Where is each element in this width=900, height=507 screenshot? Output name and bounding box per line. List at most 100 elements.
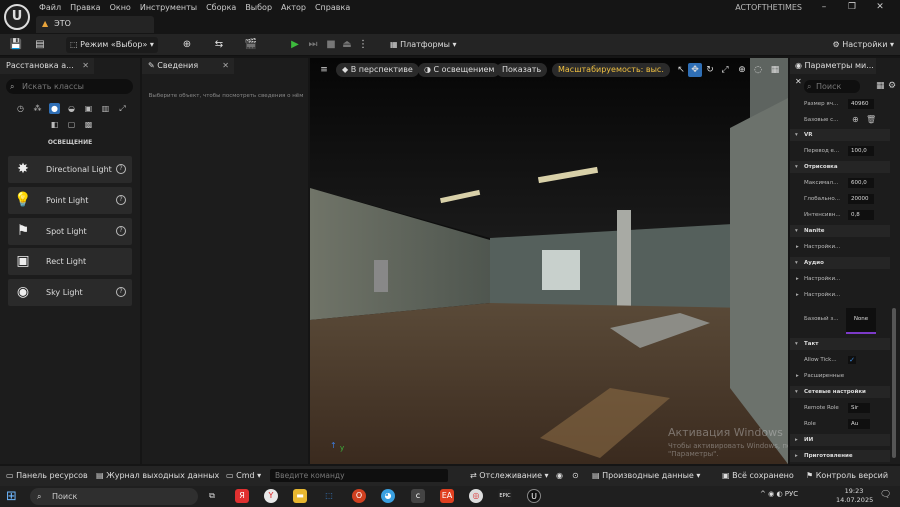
yandex-browser-icon[interactable]: Y [264,489,278,503]
shapes-icon[interactable]: ◒ [66,103,77,114]
close-button[interactable]: ✕ [866,0,894,14]
point-light-item[interactable]: 💡 Point Light ? [8,187,132,214]
world-to-meters-field[interactable]: 100,0 [848,146,874,156]
menu-select[interactable]: Выбор [242,0,278,14]
audio-settings-row[interactable]: ▸ Настройки... [790,271,890,287]
surface-snap-icon[interactable]: ◌ [751,63,765,77]
volumes-icon[interactable]: ⤢ [117,103,128,114]
advanced-row[interactable]: ▸ Расширенные [790,368,890,384]
cooking-section[interactable]: ▸ Приготовление [790,450,890,462]
gear-icon[interactable]: ⚙ [888,81,896,91]
menu-tools[interactable]: Инструменты [137,0,203,14]
level-viewport[interactable]: ↑ y ≡ ◆ В перспективе ◑ С освещением Пок… [310,58,788,464]
cinematics-icon[interactable]: 🎬 [244,37,258,53]
notifications-icon[interactable]: 🗨 [880,490,891,500]
add-icon[interactable]: ⊕ [852,112,859,128]
content-browser-button[interactable]: ▭ Панель ресурсов [6,470,88,482]
hamburger-icon[interactable]: ≡ [317,63,331,77]
trash-icon[interactable]: 🗑 [866,112,876,128]
terminal-icon[interactable]: c [411,489,425,503]
menu-file[interactable]: Файл [36,0,67,14]
remote-role-dropdown[interactable]: Sir [848,403,870,413]
close-tab-icon[interactable]: ✕ [82,58,89,74]
nanite-settings-row[interactable]: ▸ Настройки... [790,239,890,255]
nanite-section[interactable]: ▾ Nanite [790,225,890,237]
play-icon[interactable]: ▶ [288,37,302,53]
capture-icon[interactable]: ⊙ [572,470,579,482]
spot-light-item[interactable]: ⚑ Spot Light ? [8,218,132,245]
ea-icon[interactable]: EA [440,489,454,503]
cell-size-field[interactable]: 40960 [848,99,874,109]
save-icon[interactable]: 💾 [9,37,23,53]
scrollbar[interactable] [892,308,896,458]
box-icon[interactable]: ▩ [83,119,94,130]
network-section[interactable]: ▾ Сетевые настройки [790,386,890,398]
menu-build[interactable]: Сборка [203,0,242,14]
minimize-button[interactable]: – [810,0,838,14]
ai-section[interactable]: ▸ ИИ [790,434,890,446]
content-icon[interactable]: ▤ [33,37,47,53]
snipping-tool-icon[interactable]: ⬚ [322,489,336,503]
select-mode-icon[interactable]: ↖ [674,63,688,77]
visual-effects-icon[interactable]: ▥ [100,103,111,114]
place-actors-tab[interactable]: Расстановка а... ✕ [0,58,94,74]
stop-icon[interactable]: ■ [324,37,338,53]
help-icon[interactable]: ? [116,195,126,205]
global-field[interactable]: 20000 [848,194,874,204]
level-tab[interactable]: ▲ ЭТО [36,16,154,33]
mode-dropdown[interactable]: ⬚ Режим «Выбор» ▾ [66,37,158,53]
sky-light-item[interactable]: ◉ Sky Light ? [8,279,132,306]
menu-window[interactable]: Окно [107,0,137,14]
saved-status[interactable]: ▣ Всё сохранено [722,470,794,482]
allow-tick-checkbox[interactable]: ✓ [848,356,856,364]
close-tab-icon[interactable]: ✕ [795,77,802,86]
basic-icon[interactable]: ⁂ [32,103,43,114]
cinematic-icon[interactable]: ▣ [83,103,94,114]
directional-light-item[interactable]: ✸ Directional Light ? [8,156,132,183]
console-command-input[interactable]: Введите команду [270,469,448,482]
translate-icon[interactable]: ✥ [688,63,702,77]
show-button[interactable]: Показать [496,63,548,77]
windows-start-icon[interactable]: ⊞ [6,490,20,504]
menu-actor[interactable]: Актор [278,0,312,14]
rotate-icon[interactable]: ↻ [703,63,717,77]
menu-help[interactable]: Справка [312,0,356,14]
task-view-icon[interactable]: ⧉ [205,489,219,503]
base-sound-picker[interactable]: None [846,308,876,334]
record-icon[interactable]: ◉ [556,470,563,482]
app-icon[interactable]: ◕ [381,489,395,503]
epic-games-icon[interactable]: EPIC [498,489,512,503]
details-tab[interactable]: ✎ Сведения ✕ [142,58,234,74]
taskbar-search[interactable]: ⌕ Поиск [30,488,198,505]
world-settings-search[interactable]: ⌕ Поиск [804,80,860,93]
settings-dropdown[interactable]: ⚙ Настройки ▾ [833,37,894,53]
language-indicator[interactable]: РУС [785,490,798,498]
eject-icon[interactable]: ⏏ [340,37,354,53]
scalability-button[interactable]: Масштабируемость: выс. [552,63,670,77]
geometry-icon[interactable]: ◧ [49,119,60,130]
recent-icon[interactable]: ◷ [15,103,26,114]
max-field[interactable]: 600,0 [848,178,874,188]
platforms-dropdown[interactable]: ▦ Платформы ▾ [388,37,457,53]
audio-section[interactable]: ▾ Аудио [790,257,890,269]
chevron-up-icon[interactable]: ^ [760,490,768,498]
lighting-button[interactable]: ◑ С освещением [418,63,501,77]
help-icon[interactable]: ? [116,164,126,174]
unreal-engine-icon[interactable]: U [527,489,541,503]
all-classes-icon[interactable]: ▢ [66,119,77,130]
trace-button[interactable]: ⇄ Отслеживание ▾ [470,470,549,482]
render-section[interactable]: ▾ Отрисовка [790,161,890,173]
cmd-dropdown[interactable]: ▭ Cmd ▾ [226,470,261,482]
blueprint-icon[interactable]: ⇆ [212,37,226,53]
rect-light-item[interactable]: ▣ Rect Light [8,248,132,275]
yandex-icon[interactable]: Я [235,489,249,503]
world-settings-tab[interactable]: ◉ Параметры ми... ✕ [790,58,876,86]
world-space-icon[interactable]: ⊕ [735,63,749,77]
vr-section[interactable]: ▾ VR [790,129,890,141]
menu-edit[interactable]: Правка [67,0,106,14]
derived-data-button[interactable]: ▤ Производные данные ▾ [592,470,700,482]
output-log-button[interactable]: ▤ Журнал выходных данных [96,470,219,482]
scale-icon[interactable]: ⤢ [718,63,732,77]
audio-settings-row[interactable]: ▸ Настройки... [790,287,890,303]
step-icon[interactable]: ⏭ [306,37,320,53]
